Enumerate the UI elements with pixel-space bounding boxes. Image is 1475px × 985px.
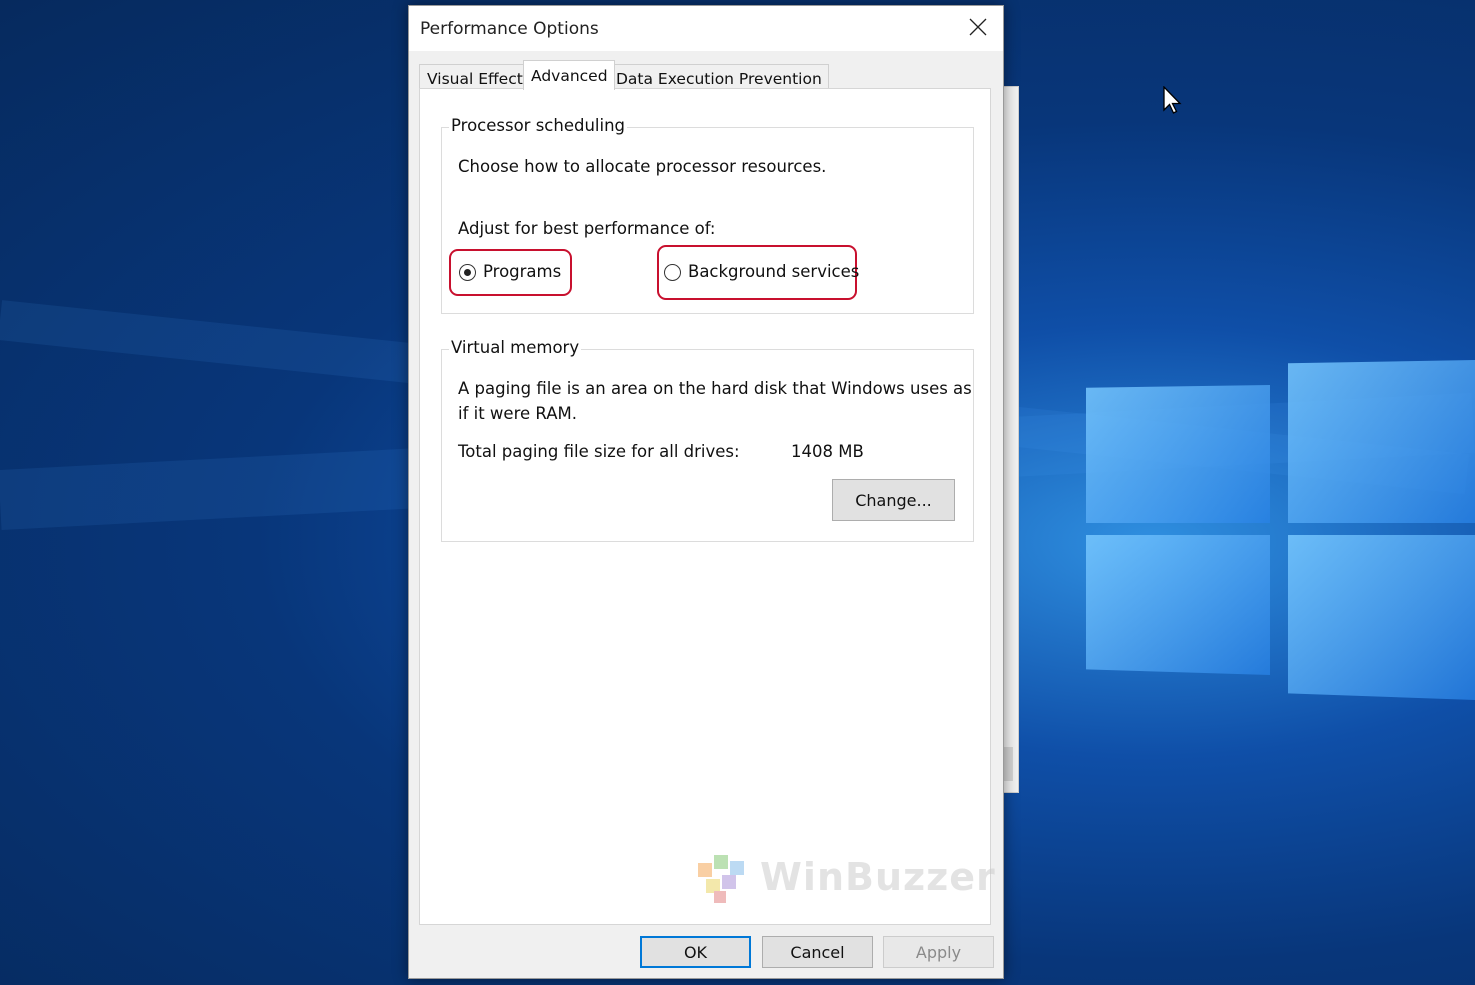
total-paging-value: 1408 MB (791, 442, 864, 461)
close-button[interactable] (953, 6, 1003, 51)
programs-label[interactable]: Programs (483, 262, 561, 281)
tab-data-execution-prevention[interactable]: Data Execution Prevention (608, 64, 829, 89)
winbuzzer-logo-icon (698, 855, 744, 903)
ok-button[interactable]: OK (640, 936, 751, 968)
watermark-text: WinBuzzer (760, 855, 996, 899)
apply-button[interactable]: Apply (883, 936, 994, 968)
window-logo-pane (1288, 535, 1475, 700)
cancel-button[interactable]: Cancel (762, 936, 873, 968)
tab-panel-advanced: Processor scheduling Choose how to alloc… (419, 88, 995, 925)
virtual-memory-description: A paging file is an area on the hard dis… (458, 379, 972, 398)
window-logo-pane (1288, 360, 1475, 523)
change-button[interactable]: Change... (832, 479, 955, 521)
virtual-memory-group: Virtual memory A paging file is an area … (441, 338, 974, 542)
performance-options-dialog: Performance Options Visual Effects Advan… (408, 5, 1004, 979)
winbuzzer-watermark: WinBuzzer (690, 849, 995, 909)
title-bar[interactable]: Performance Options (409, 6, 1003, 51)
processor-description: Choose how to allocate processor resourc… (458, 157, 827, 176)
tab-visual-effects[interactable]: Visual Effects (419, 64, 538, 89)
programs-radio[interactable] (459, 264, 476, 281)
processor-scheduling-group: Processor scheduling Choose how to alloc… (441, 116, 974, 314)
virtual-memory-description-cont: if it were RAM. (458, 404, 577, 423)
window-title: Performance Options (420, 19, 599, 39)
window-logo-pane (1086, 535, 1270, 675)
background-services-radio[interactable] (664, 264, 681, 281)
adjust-label: Adjust for best performance of: (458, 219, 716, 238)
group-label: Processor scheduling (449, 116, 628, 135)
group-label: Virtual memory (449, 338, 582, 357)
background-scrollbar (1003, 747, 1013, 781)
close-icon (969, 18, 987, 40)
tab-advanced[interactable]: Advanced (523, 60, 615, 90)
window-logo-pane (1086, 385, 1270, 523)
total-paging-label: Total paging file size for all drives: (458, 442, 740, 461)
background-services-label[interactable]: Background services (688, 262, 859, 281)
